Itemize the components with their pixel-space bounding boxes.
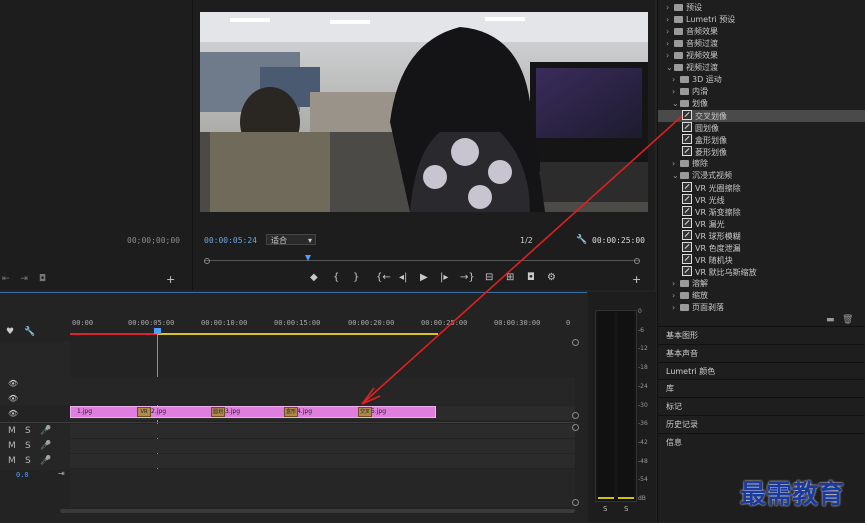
annotation-arrow xyxy=(361,115,683,405)
watermark: 最需教育 xyxy=(740,480,845,510)
